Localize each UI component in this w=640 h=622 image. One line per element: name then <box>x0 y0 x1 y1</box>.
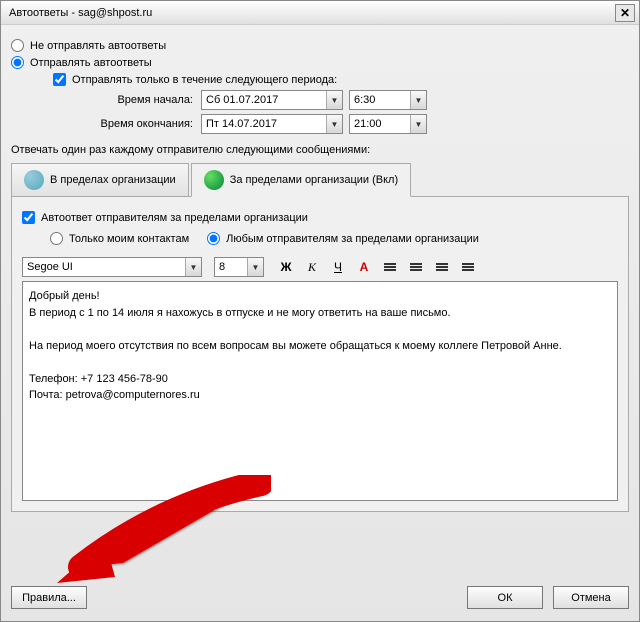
chevron-down-icon: ▼ <box>410 91 426 109</box>
chevron-down-icon: ▼ <box>185 258 201 276</box>
tab-inside-org[interactable]: В пределах организации <box>11 163 189 197</box>
radio-dont-send[interactable]: Не отправлять автоответы <box>11 39 629 52</box>
end-date-dropdown[interactable]: Пт 14.07.2017 ▼ <box>201 114 343 134</box>
enable-outside-row[interactable]: Автоответ отправителям за пределами орга… <box>22 211 618 224</box>
close-button[interactable]: ✕ <box>615 4 635 22</box>
enable-outside-label: Автоответ отправителям за пределами орга… <box>41 212 308 224</box>
tab-outside-org[interactable]: За пределами организации (Вкл) <box>191 163 411 197</box>
tab-inside-label: В пределах организации <box>50 174 176 186</box>
chevron-down-icon: ▼ <box>326 115 342 133</box>
tab-outside-label: За пределами организации (Вкл) <box>230 174 398 186</box>
reply-section-label: Отвечать один раз каждому отправителю сл… <box>11 144 629 156</box>
message-editor[interactable]: Добрый день! В период с 1 по 14 июля я н… <box>22 281 618 501</box>
underline-button[interactable]: Ч <box>328 257 348 277</box>
radio-my-contacts-label: Только моим контактам <box>69 233 189 245</box>
period-checkbox[interactable] <box>53 73 66 86</box>
start-time-label: Время начала: <box>81 94 201 106</box>
radio-any-sender[interactable]: Любым отправителям за пределами организа… <box>207 232 479 245</box>
tabs: В пределах организации За пределами орга… <box>11 162 629 197</box>
bullet-list-button[interactable] <box>380 257 400 277</box>
indent-icon <box>462 262 474 273</box>
end-time-label: Время окончания: <box>81 118 201 130</box>
end-time-value: 21:00 <box>354 118 382 130</box>
indent-button[interactable] <box>458 257 478 277</box>
radio-send[interactable]: Отправлять автоответы <box>11 56 629 69</box>
outside-panel: Автоответ отправителям за пределами орга… <box>11 197 629 512</box>
list-icon <box>384 262 396 273</box>
font-size-dropdown[interactable]: 8 ▼ <box>214 257 264 277</box>
people-icon <box>24 170 44 190</box>
ok-button[interactable]: ОК <box>467 586 543 609</box>
radio-dont-send-label: Не отправлять автоответы <box>30 40 166 52</box>
chevron-down-icon: ▼ <box>247 258 263 276</box>
cancel-button[interactable]: Отмена <box>553 586 629 609</box>
italic-button[interactable]: K <box>302 257 322 277</box>
chevron-down-icon: ▼ <box>326 91 342 109</box>
start-date-dropdown[interactable]: Сб 01.07.2017 ▼ <box>201 90 343 110</box>
titlebar: Автоответы - sag@shpost.ru ✕ <box>1 1 639 25</box>
radio-dont-send-input[interactable] <box>11 39 24 52</box>
font-color-button[interactable]: A <box>354 257 374 277</box>
radio-my-contacts[interactable]: Только моим контактам <box>50 232 189 245</box>
number-list-button[interactable] <box>406 257 426 277</box>
chevron-down-icon: ▼ <box>410 115 426 133</box>
close-icon: ✕ <box>620 6 630 20</box>
font-value: Segoe UI <box>27 261 73 273</box>
start-time-dropdown[interactable]: 6:30 ▼ <box>349 90 427 110</box>
font-dropdown[interactable]: Segoe UI ▼ <box>22 257 202 277</box>
radio-send-label: Отправлять автоответы <box>30 57 152 69</box>
enable-outside-checkbox[interactable] <box>22 211 35 224</box>
period-check-label: Отправлять только в течение следующего п… <box>72 74 337 86</box>
list-icon <box>410 262 422 273</box>
size-value: 8 <box>219 261 225 273</box>
radio-any-sender-input[interactable] <box>207 232 220 245</box>
start-date-value: Сб 01.07.2017 <box>206 94 278 106</box>
globe-icon <box>204 170 224 190</box>
rules-button[interactable]: Правила... <box>11 586 87 609</box>
radio-send-input[interactable] <box>11 56 24 69</box>
end-time-dropdown[interactable]: 21:00 ▼ <box>349 114 427 134</box>
period-checkbox-row[interactable]: Отправлять только в течение следующего п… <box>11 73 629 86</box>
radio-any-sender-label: Любым отправителям за пределами организа… <box>226 233 479 245</box>
format-toolbar: Segoe UI ▼ 8 ▼ Ж K Ч A <box>22 257 618 277</box>
indent-icon <box>436 262 448 273</box>
autoreply-dialog: Автоответы - sag@shpost.ru ✕ Не отправля… <box>0 0 640 622</box>
dialog-buttons: Правила... ОК Отмена <box>11 586 629 609</box>
window-title: Автоответы - sag@shpost.ru <box>5 7 152 19</box>
outdent-button[interactable] <box>432 257 452 277</box>
bold-button[interactable]: Ж <box>276 257 296 277</box>
radio-my-contacts-input[interactable] <box>50 232 63 245</box>
end-date-value: Пт 14.07.2017 <box>206 118 277 130</box>
start-time-value: 6:30 <box>354 94 375 106</box>
